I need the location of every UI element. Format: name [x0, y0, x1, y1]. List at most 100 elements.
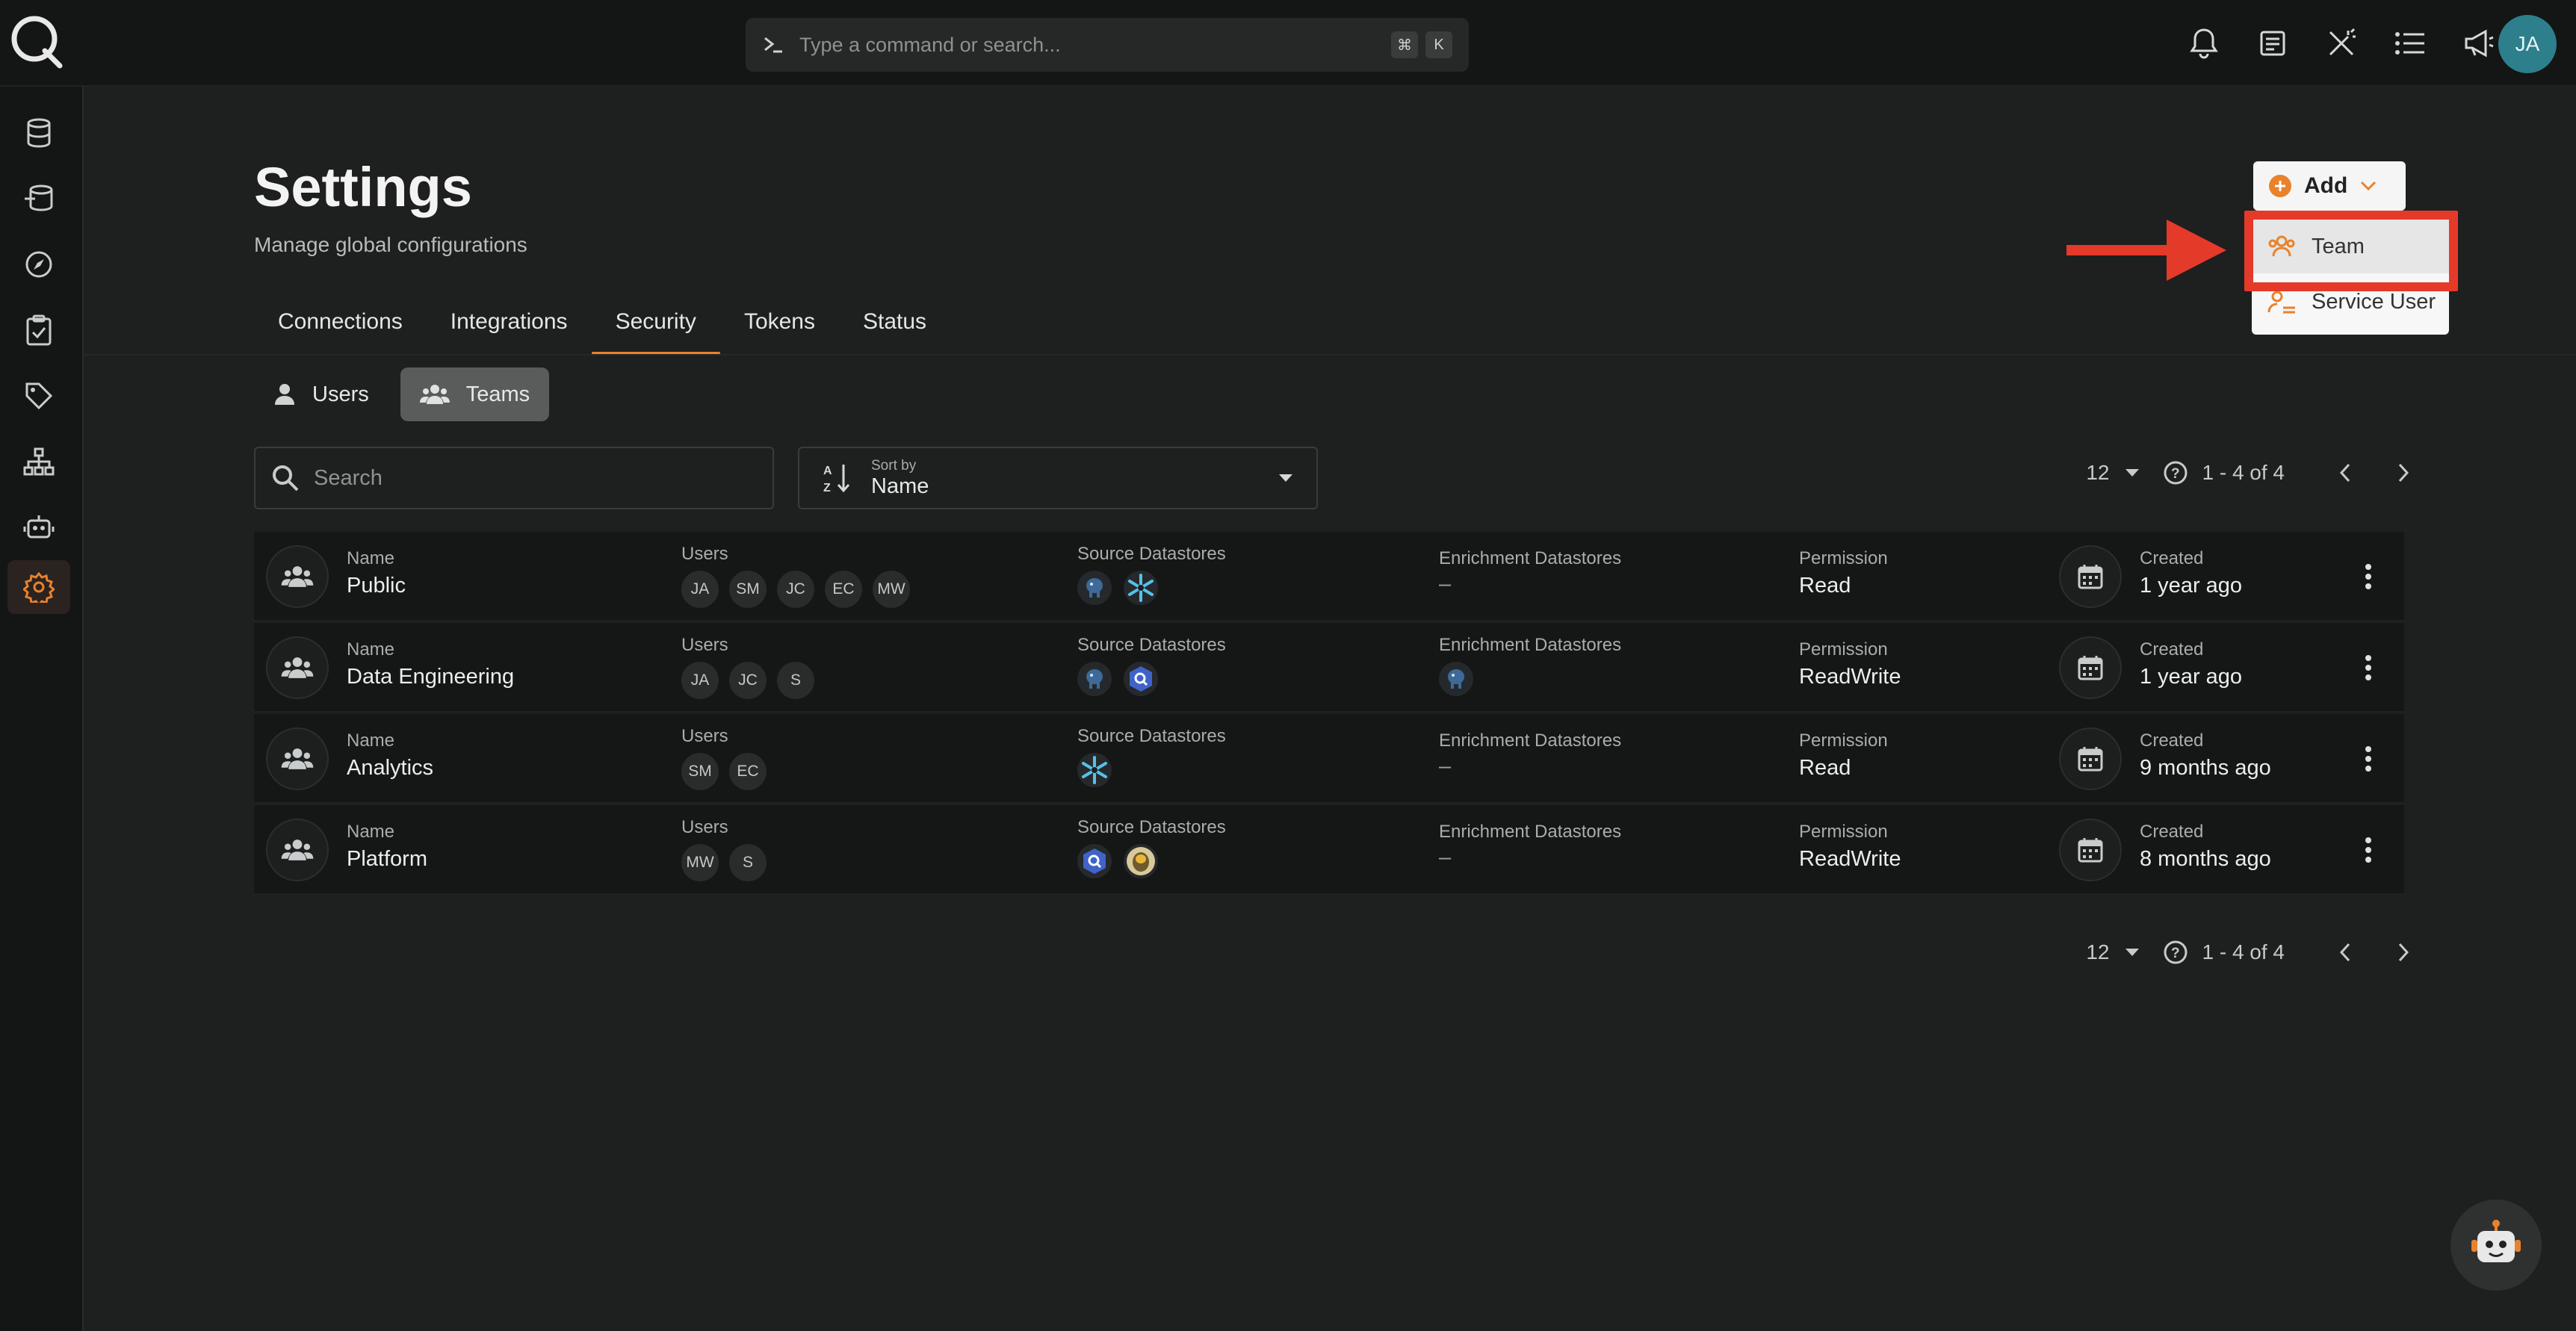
tab-connections[interactable]: Connections [254, 299, 427, 356]
more-vertical-icon[interactable] [2353, 560, 2383, 593]
user-avatar[interactable]: JA [2498, 15, 2557, 73]
tab-status[interactable]: Status [839, 299, 950, 356]
sort-select[interactable]: AZ Sort by Name [798, 447, 1318, 509]
checklist-icon[interactable] [7, 303, 70, 357]
name-cell: Name Data Engineering [347, 639, 514, 689]
list-icon[interactable] [2386, 19, 2434, 67]
user-avatar-chip: EC [729, 753, 767, 790]
bigquery-icon [1077, 844, 1112, 878]
teams-segment-button[interactable]: Teams [400, 367, 550, 421]
team-name: Analytics [347, 756, 434, 780]
settings-gear-icon[interactable] [7, 560, 70, 614]
help-circle-icon[interactable]: ? [2163, 940, 2188, 965]
command-search-input[interactable]: Type a command or search... ⌘ K [746, 18, 1469, 72]
table-row[interactable]: Name Platform Users MW S Source Datastor… [254, 805, 2404, 895]
source-header: Source Datastores [1077, 817, 1226, 837]
add-button[interactable]: Add [2253, 161, 2406, 211]
next-page-chevron-icon[interactable] [2388, 457, 2419, 488]
source-header: Source Datastores [1077, 635, 1226, 655]
bell-icon[interactable] [2180, 19, 2228, 67]
magic-wand-icon[interactable] [2318, 19, 2365, 67]
megaphone-icon[interactable] [2455, 19, 2503, 67]
database-flow-icon[interactable] [7, 172, 70, 226]
created-value: 8 months ago [2140, 847, 2271, 871]
terminal-prompt-icon [764, 37, 782, 53]
calendar-icon [2059, 636, 2122, 699]
svg-text:?: ? [2171, 466, 2180, 482]
database-icon[interactable] [7, 106, 70, 160]
source-cell: Source Datastores [1077, 726, 1226, 787]
svg-text:Z: Z [823, 482, 831, 494]
users-header: Users [681, 635, 728, 655]
search-icon [273, 465, 299, 491]
tag-icon[interactable] [7, 369, 70, 423]
source-header: Source Datastores [1077, 726, 1226, 746]
hive-icon [1124, 844, 1158, 878]
created-header: Created [2140, 730, 2204, 751]
permission-header: Permission [1799, 548, 1888, 568]
help-circle-icon[interactable]: ? [2163, 460, 2188, 485]
app-logo-icon[interactable] [7, 12, 64, 69]
calendar-icon [2059, 727, 2122, 790]
assistant-bot-button[interactable] [2450, 1200, 2542, 1291]
users-cell: Users MW S [681, 817, 767, 881]
table-row[interactable]: Name Analytics Users SM EC Source Datast… [254, 714, 2404, 804]
rows-per-page-caret-icon[interactable] [2125, 949, 2140, 956]
team-name: Data Engineering [347, 665, 515, 689]
table-row[interactable]: Name Public Users JA SM JC EC MW Source … [254, 532, 2404, 621]
more-vertical-icon[interactable] [2353, 651, 2383, 684]
teams-table: Name Public Users JA SM JC EC MW Source … [254, 532, 2404, 896]
enrichment-header: Enrichment Datastores [1439, 548, 1622, 568]
name-header: Name [347, 730, 395, 751]
rows-per-page-value[interactable]: 12 [2086, 940, 2109, 964]
calendar-icon [2059, 819, 2122, 881]
search-input[interactable]: Search [254, 447, 774, 509]
prev-page-chevron-icon[interactable] [2329, 457, 2361, 488]
source-cell: Source Datastores [1077, 635, 1226, 696]
top-bar: Type a command or search... ⌘ K JA [0, 0, 2576, 87]
team-icon [266, 636, 329, 699]
chevron-down-icon [2361, 181, 2377, 191]
sort-az-icon: AZ [823, 465, 850, 494]
team-icon [266, 727, 329, 790]
enrichment-cell: Enrichment Datastores – [1439, 548, 1621, 597]
tab-integrations[interactable]: Integrations [427, 299, 592, 356]
permission-value: ReadWrite [1799, 665, 1901, 689]
created-cell: Created 8 months ago [2140, 822, 2271, 872]
user-avatar-chip: JA [681, 662, 719, 699]
enrichment-cell: Enrichment Datastores – [1439, 730, 1621, 779]
table-row[interactable]: Name Data Engineering Users JA JC S Sour… [254, 623, 2404, 713]
prev-page-chevron-icon[interactable] [2329, 937, 2361, 968]
source-cell: Source Datastores [1077, 544, 1226, 605]
source-cell: Source Datastores [1077, 817, 1226, 878]
team-icon [266, 545, 329, 608]
users-header: Users [681, 817, 728, 837]
created-header: Created [2140, 822, 2204, 842]
team-icon [419, 385, 450, 404]
rows-per-page-caret-icon[interactable] [2125, 469, 2140, 477]
plus-circle-icon [2269, 175, 2291, 197]
users-segment-button[interactable]: Users [254, 367, 388, 421]
next-page-chevron-icon[interactable] [2388, 937, 2419, 968]
name-header: Name [347, 822, 395, 842]
enrichment-empty: – [1439, 572, 1452, 596]
document-icon[interactable] [2249, 19, 2297, 67]
sort-value: Name [871, 474, 929, 498]
user-avatar-chip: SM [729, 571, 767, 608]
tab-security[interactable]: Security [591, 299, 721, 356]
rows-per-page-value[interactable]: 12 [2086, 461, 2109, 485]
compass-icon[interactable] [7, 238, 70, 291]
enrichment-header: Enrichment Datastores [1439, 635, 1622, 655]
pagination-top: 12 ? 1 - 4 of 4 [2086, 457, 2419, 488]
created-value: 9 months ago [2140, 756, 2271, 780]
user-avatar-chip: JC [777, 571, 814, 608]
robot-icon[interactable] [7, 500, 70, 554]
snowflake-icon [1077, 753, 1112, 787]
user-icon [275, 384, 294, 405]
team-icon [266, 819, 329, 881]
hierarchy-icon[interactable] [7, 435, 70, 488]
users-cell: Users JA JC S [681, 635, 814, 699]
tab-tokens[interactable]: Tokens [720, 299, 839, 356]
more-vertical-icon[interactable] [2353, 742, 2383, 775]
more-vertical-icon[interactable] [2353, 834, 2383, 866]
